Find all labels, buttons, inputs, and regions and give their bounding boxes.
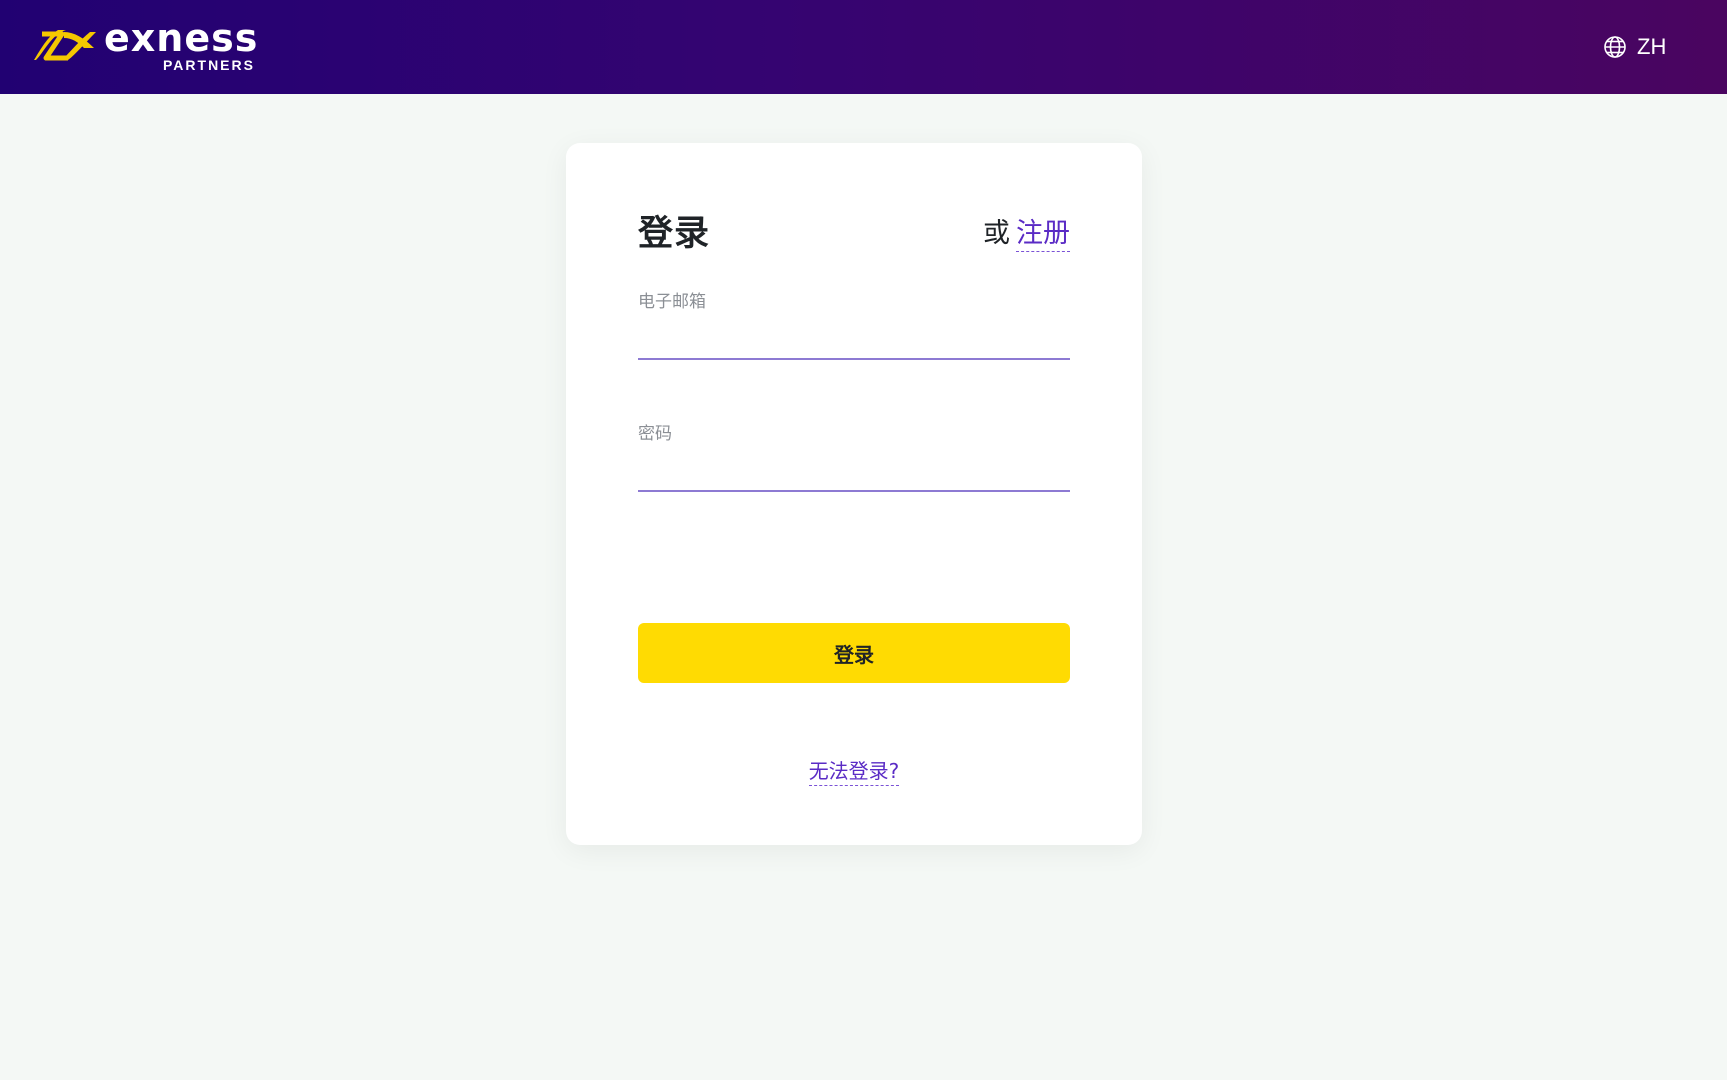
logo-wordmark: exness bbox=[104, 16, 259, 60]
register-prompt: 或 注册 bbox=[983, 211, 1070, 252]
cannot-login-link[interactable]: 无法登录? bbox=[808, 759, 900, 786]
register-link[interactable]: 注册 bbox=[1016, 211, 1070, 252]
or-text: 或 bbox=[983, 218, 1010, 249]
exness-partners-logo[interactable]: exness PARTNERS bbox=[32, 16, 262, 74]
globe-icon bbox=[1604, 36, 1626, 58]
top-header: exness PARTNERS ZH bbox=[0, 0, 1727, 94]
help-row: 无法登录? bbox=[566, 755, 1142, 786]
page-title: 登录 bbox=[638, 214, 711, 254]
login-card: 登录 或 注册 电子邮箱 密码 登录 无法登录? bbox=[566, 143, 1142, 845]
exness-logo-mark-icon bbox=[34, 30, 96, 61]
password-field-group: 密码 bbox=[638, 419, 1070, 492]
email-label: 电子邮箱 bbox=[638, 292, 706, 312]
email-field[interactable] bbox=[638, 320, 1070, 360]
language-switcher[interactable]: ZH bbox=[1603, 32, 1666, 62]
password-label: 密码 bbox=[638, 424, 672, 444]
password-field[interactable] bbox=[638, 452, 1070, 492]
login-button[interactable]: 登录 bbox=[638, 623, 1070, 683]
logo-subtitle: PARTNERS bbox=[163, 57, 255, 73]
email-field-group: 电子邮箱 bbox=[638, 287, 1070, 360]
language-code: ZH bbox=[1637, 34, 1667, 59]
